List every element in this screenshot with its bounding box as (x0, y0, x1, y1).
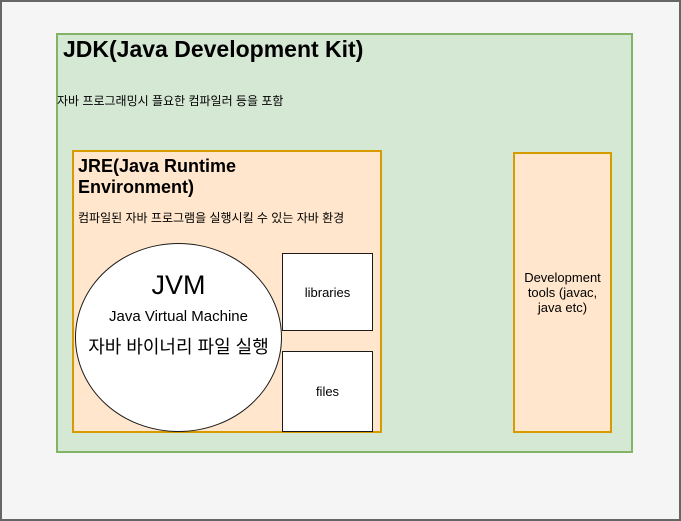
libraries-label: libraries (304, 284, 351, 300)
jre-title: JRE(Java Runtime Environment) (78, 156, 237, 197)
jvm-text-block: JVM Java Virtual Machine 자바 바이너리 파일 실행 (75, 268, 282, 360)
development-tools-label: Development tools (javac, java etc) (524, 270, 601, 315)
jvm-description: 자바 바이너리 파일 실행 (88, 337, 269, 357)
jdk-title: JDK(Java Development Kit) (63, 36, 364, 62)
libraries-box: libraries (282, 253, 373, 331)
diagram-canvas: JDK(Java Development Kit) 자바 프로그래밍시 플요한 … (0, 0, 681, 521)
jdk-subtitle: 자바 프로그래밍시 플요한 컴파일러 등을 포함 (57, 94, 284, 108)
files-box: files (282, 351, 373, 432)
jvm-title: JVM (151, 270, 206, 300)
jvm-subtitle: Java Virtual Machine (109, 308, 248, 325)
files-label: files (315, 384, 340, 399)
jre-subtitle: 컴파일된 자바 프로그램을 실행시킬 수 있는 자바 환경 (78, 211, 345, 225)
development-tools-box: Development tools (javac, java etc) (513, 152, 612, 433)
